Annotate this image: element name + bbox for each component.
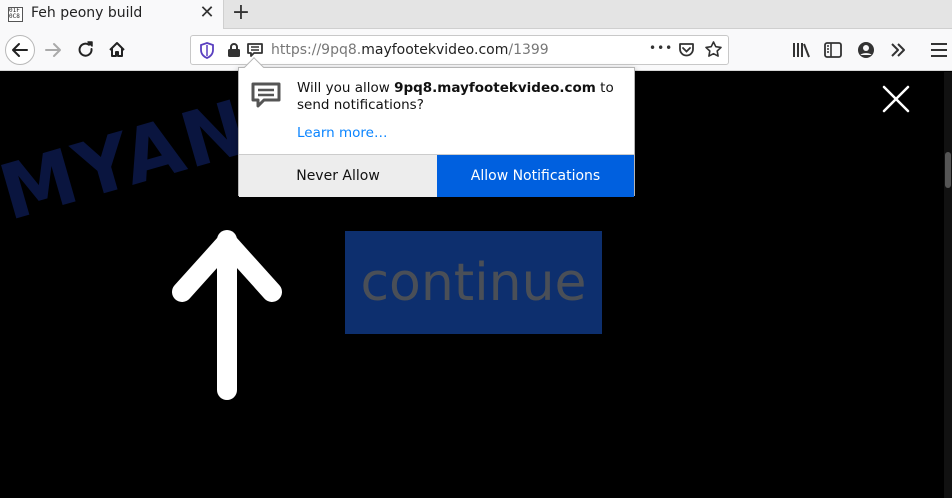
tab-favicon-icon: 01F 0C8 <box>8 7 23 22</box>
back-button[interactable] <box>5 35 35 65</box>
account-button[interactable] <box>851 35 881 65</box>
up-arrow-icon <box>172 230 282 400</box>
never-allow-button[interactable]: Never Allow <box>239 155 437 197</box>
continue-label: continue <box>360 252 587 313</box>
tab-active[interactable]: 01F 0C8 Feh peony build ✕ <box>0 0 224 29</box>
popup-button-row: Never Allow Allow Notifications <box>239 154 634 197</box>
notification-permission-popup: Will you allow 9pq8.mayfootekvideo.com t… <box>238 57 635 197</box>
home-button[interactable] <box>102 35 132 65</box>
overflow-menu-button[interactable] <box>883 35 913 65</box>
forward-button[interactable] <box>38 35 68 65</box>
forward-arrow-icon <box>45 43 61 57</box>
lock-icon[interactable] <box>227 42 241 58</box>
reload-icon <box>78 41 93 57</box>
back-arrow-icon <box>12 43 28 57</box>
home-icon <box>109 42 125 57</box>
tab-bar: 01F 0C8 Feh peony build ✕ + <box>0 0 952 29</box>
notification-speech-bubble-icon <box>251 82 281 108</box>
notification-permission-icon[interactable] <box>246 42 264 58</box>
hamburger-menu-button[interactable] <box>924 35 952 65</box>
close-icon[interactable] <box>881 84 911 114</box>
page-actions-icon[interactable]: ••• <box>649 41 673 55</box>
tab-close-icon[interactable]: ✕ <box>198 4 216 22</box>
tab-title: Feh peony build <box>31 5 143 21</box>
chevron-double-right-icon <box>891 43 905 57</box>
bookmark-star-icon[interactable] <box>705 41 722 58</box>
scrollbar-thumb[interactable] <box>945 152 951 188</box>
library-icon <box>793 43 810 58</box>
url-text[interactable]: https://9pq8.mayfootekvideo.com/1399 <box>271 42 549 58</box>
popup-domain: 9pq8.mayfootekvideo.com <box>394 80 596 96</box>
sidebar-button[interactable] <box>818 35 848 65</box>
reload-button[interactable] <box>71 35 101 65</box>
allow-notifications-button[interactable]: Allow Notifications <box>437 155 634 197</box>
scrollbar[interactable] <box>944 72 952 498</box>
library-button[interactable] <box>786 35 816 65</box>
hamburger-menu-icon <box>931 43 947 57</box>
account-icon <box>858 42 874 58</box>
popup-message: Will you allow 9pq8.mayfootekvideo.com t… <box>297 80 614 113</box>
url-bar[interactable]: https://9pq8.mayfootekvideo.com/1399 ••• <box>190 35 729 65</box>
continue-button[interactable]: continue <box>345 231 602 334</box>
learn-more-link[interactable]: Learn more… <box>297 125 388 141</box>
pocket-icon[interactable] <box>678 42 695 58</box>
sidebar-icon <box>824 42 842 58</box>
tracking-protection-shield-icon[interactable] <box>199 42 215 59</box>
navigation-bar: https://9pq8.mayfootekvideo.com/1399 ••• <box>0 29 952 71</box>
new-tab-icon[interactable]: + <box>230 1 252 25</box>
